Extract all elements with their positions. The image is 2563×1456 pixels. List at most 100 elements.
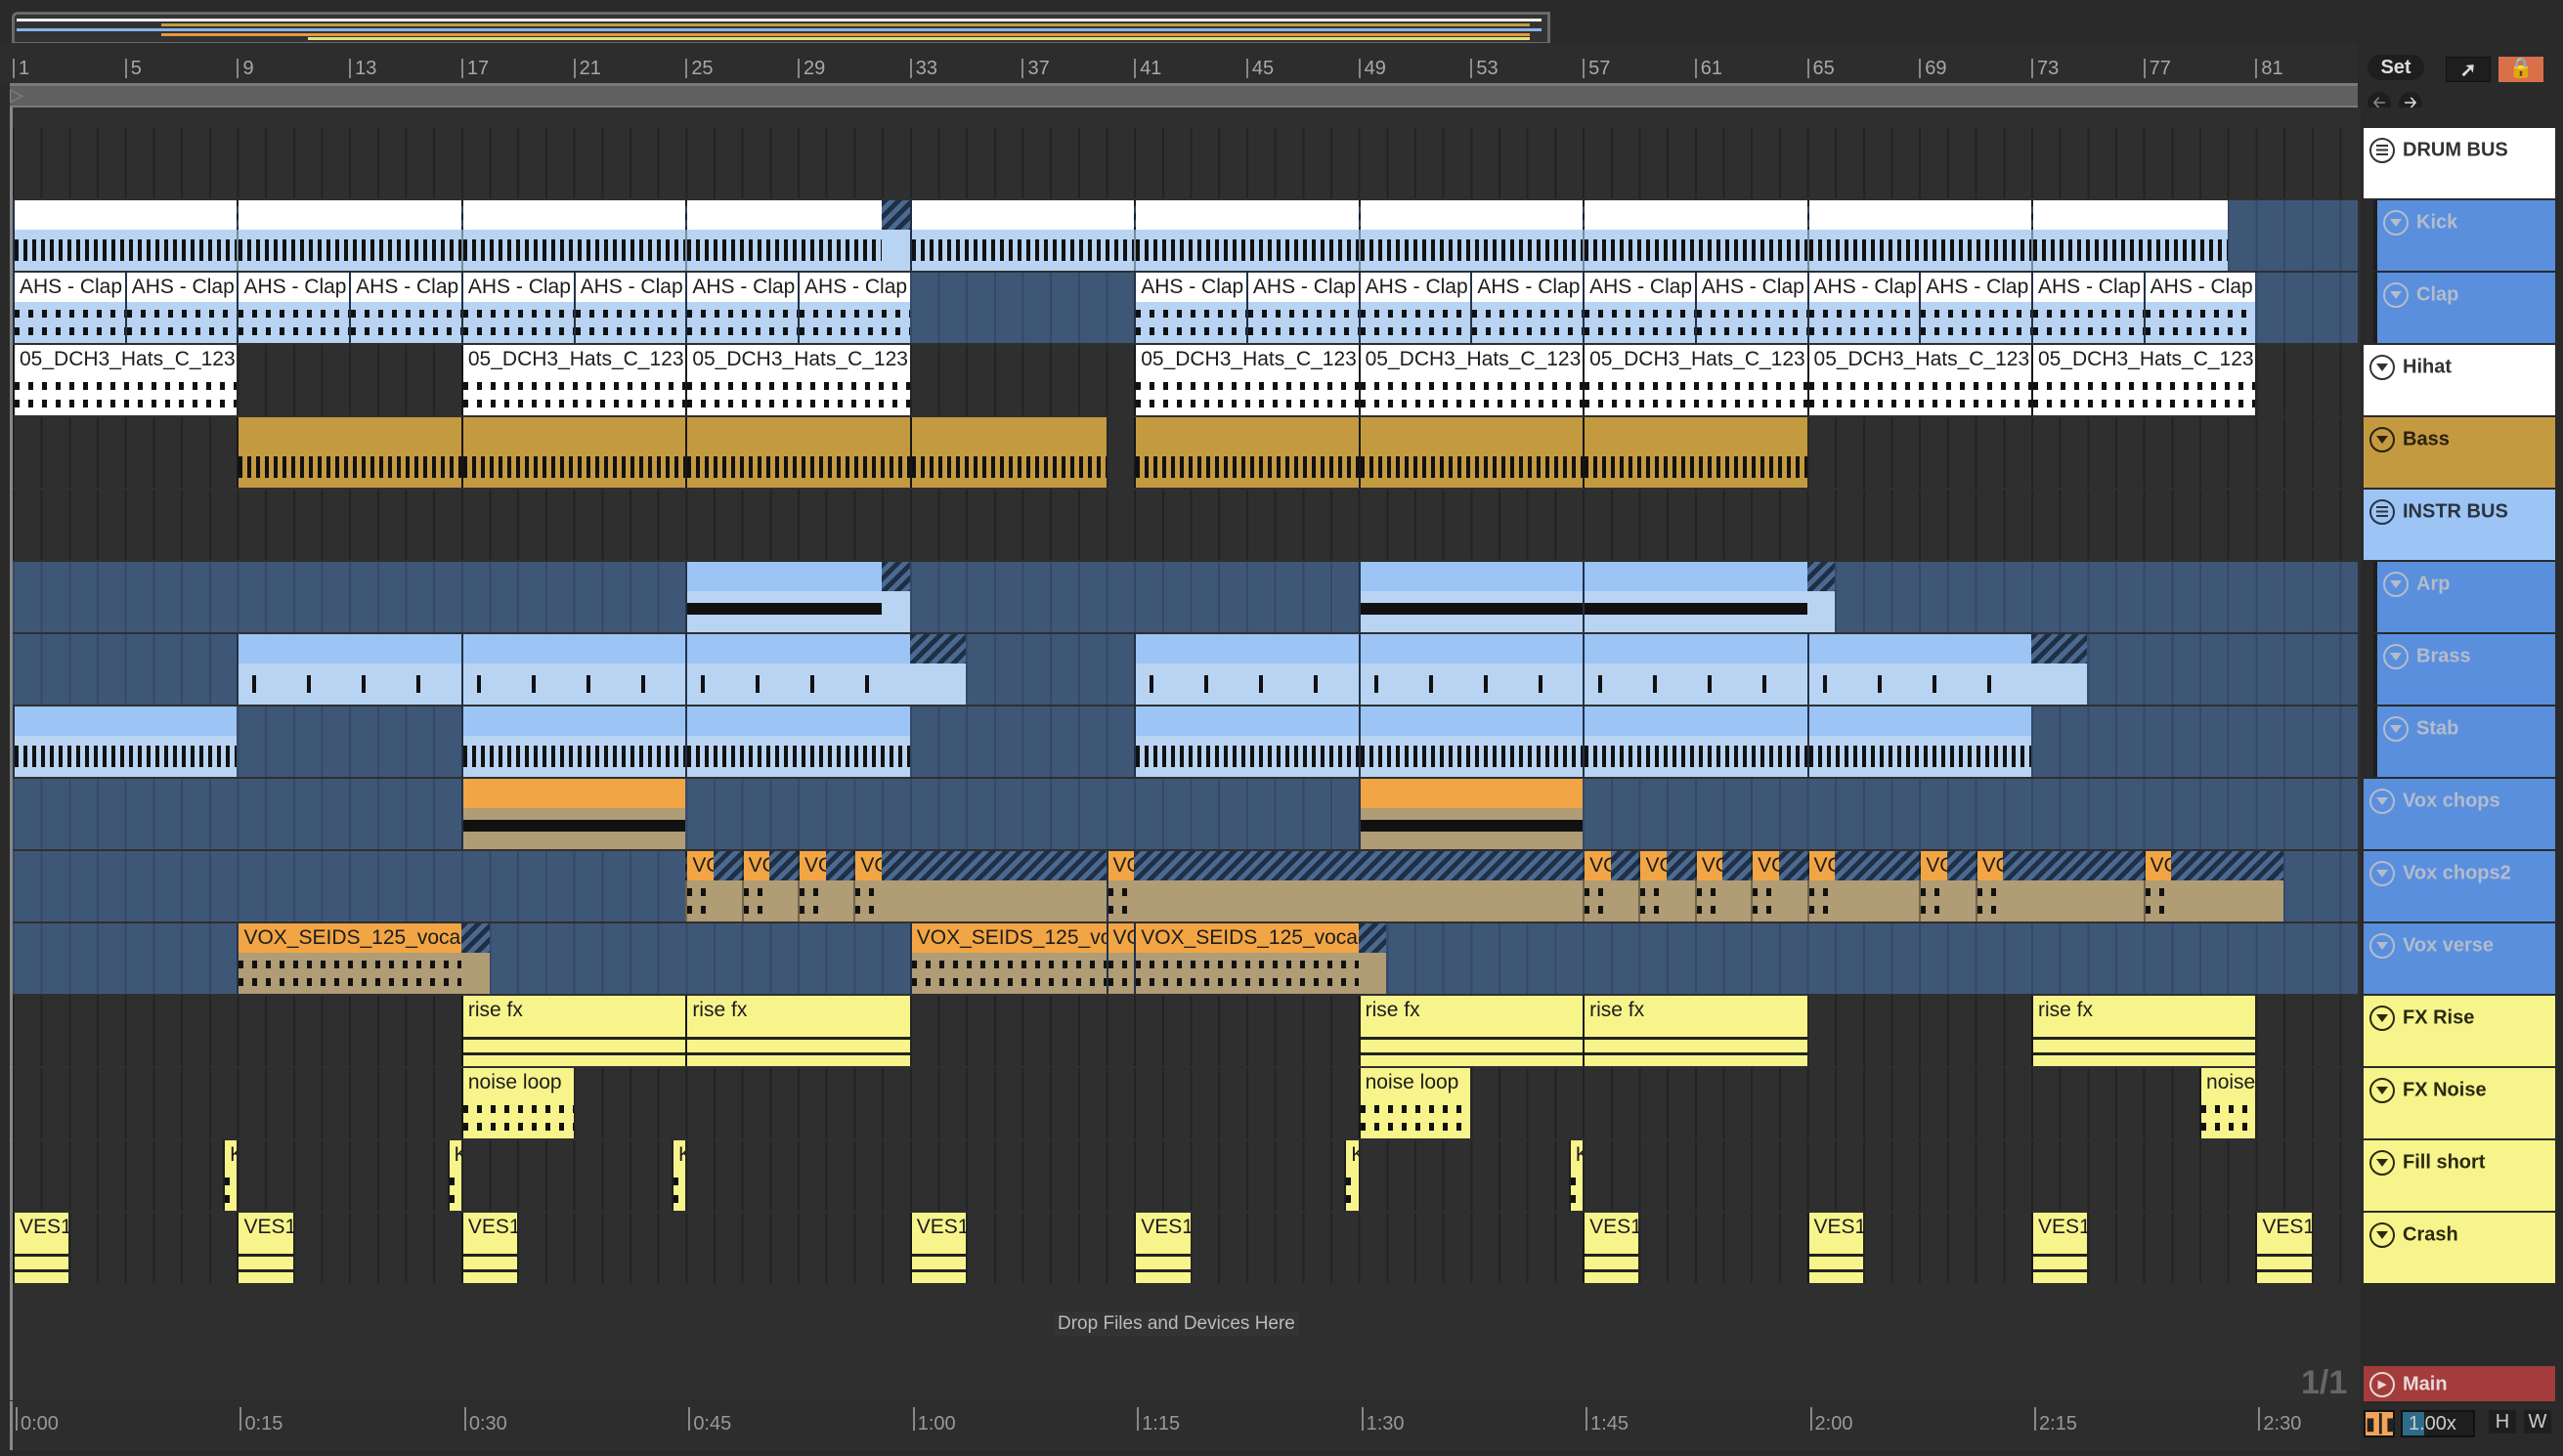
clip[interactable] [1134,707,1359,777]
clip[interactable]: AHS - Clap [13,273,125,343]
fold-chevron-icon[interactable] [2383,210,2409,236]
clip[interactable] [909,417,1107,488]
fold-chevron-icon[interactable] [2369,1150,2395,1176]
clip[interactable]: noise loop [2199,1068,2256,1138]
clip[interactable] [685,562,883,632]
clip[interactable]: VO [1751,851,1779,921]
track-lane[interactable] [13,417,2358,488]
clip[interactable] [1806,200,2031,271]
clip[interactable]: rise fx [1583,996,1807,1066]
clip[interactable] [1583,707,1807,777]
clip[interactable]: K [447,1140,461,1211]
clip[interactable]: VES1 [237,1213,293,1283]
clip[interactable] [909,200,1135,271]
clip[interactable] [1806,707,2031,777]
loop-brace[interactable]: ▷ [10,83,2358,108]
clip[interactable]: VO [2143,851,2172,921]
track-lane[interactable] [13,200,2358,271]
clip[interactable] [1583,634,1807,705]
clip[interactable]: VO [685,851,714,921]
clip[interactable]: AHS - Clap [460,273,574,343]
track-header-crash[interactable]: Crash [2364,1213,2555,1283]
clip[interactable]: 05_DCH3_Hats_C_123 [460,345,686,415]
track-header-vox-chops2[interactable]: Vox chops2 [2364,851,2555,921]
clip[interactable] [13,200,238,271]
track-lane[interactable] [13,562,2358,632]
clip[interactable] [1583,417,1807,488]
lock-icon[interactable]: 🔒 [2498,57,2543,82]
fold-chevron-icon[interactable] [2383,572,2409,597]
track-header-main[interactable]: ▶ Main [2364,1366,2555,1401]
clip[interactable] [1583,200,1807,271]
track-lane[interactable]: AHS - Clap AHS - Clap AHS - Clap AHS - Clap… [13,273,2358,343]
clip[interactable]: AHS - Clap [1470,273,1584,343]
clip[interactable] [685,707,910,777]
clip[interactable]: K [223,1140,238,1211]
track-header-drum-bus[interactable]: DRUM BUS [2364,128,2555,198]
clip[interactable]: AHS - Clap [2030,273,2144,343]
track-lane[interactable]: noise loop noise loop noise loop [13,1068,2358,1138]
clip[interactable] [460,707,686,777]
clip[interactable] [1358,707,1584,777]
track-lane[interactable] [13,490,2358,560]
clip[interactable]: AHS - Clap [1694,273,1807,343]
clip[interactable]: VOX_SEIDS_125_vocal [909,923,1107,994]
clip[interactable] [1134,417,1359,488]
track-header-fx-noise[interactable]: FX Noise [2364,1068,2555,1138]
track-lane[interactable]: rise fx rise fx rise fx rise fx rise fx [13,996,2358,1066]
clip[interactable]: rise fx [460,996,686,1066]
track-header-fx-rise[interactable]: FX Rise [2364,996,2555,1066]
clip[interactable]: VO [1694,851,1723,921]
clip[interactable]: rise fx [1358,996,1584,1066]
clip[interactable] [237,200,461,271]
clip[interactable] [460,200,686,271]
track-lane[interactable]: VES1 VES1 VES1 VES1 VES1 VES1 VES1 VES1 VES1 [13,1213,2358,1283]
track-lane[interactable]: KKKKK [13,1140,2358,1211]
clip[interactable] [1134,634,1359,705]
clip[interactable] [1358,634,1584,705]
clip[interactable] [1358,200,1584,271]
clip[interactable]: AHS - Clap [1919,273,2031,343]
clip[interactable]: AHS - Clap [798,273,910,343]
clip[interactable]: VO [1975,851,2004,921]
clip[interactable] [685,200,883,271]
clip[interactable]: rise fx [685,996,910,1066]
zoom-field[interactable]: 1.00x [2401,1410,2475,1437]
clip[interactable]: VO [1806,851,1836,921]
track-header-vox-chops[interactable]: Vox chops [2364,779,2555,849]
clip[interactable]: AHS - Clap [2143,273,2256,343]
clip[interactable]: VO [853,851,883,921]
clip[interactable]: VO [1919,851,1947,921]
fold-chevron-icon[interactable] [2369,1006,2395,1031]
clip[interactable]: VES1 [2030,1213,2088,1283]
group-icon[interactable] [2369,138,2395,163]
clip[interactable]: VO [1583,851,1611,921]
track-header-clap[interactable]: Clap [2373,273,2555,343]
fold-chevron-icon[interactable] [2369,1222,2395,1248]
clip[interactable]: AHS - Clap [685,273,799,343]
track-lane[interactable] [13,779,2358,849]
clip[interactable] [1358,779,1584,849]
track-lane[interactable]: VOX_SEIDS_125_vocalVOX_SEIDS_125_vocalVO… [13,923,2358,994]
track-lane[interactable] [13,634,2358,705]
beat-ruler[interactable]: 1 5 9 13 17 21 25 29 33 37 41 45 49 53 57 61 65 69 73 77 81 [0,43,2358,84]
track-header-vox-verse[interactable]: Vox verse [2364,923,2555,994]
track-header-fill-short[interactable]: Fill short [2364,1140,2555,1211]
clip[interactable]: noise loop [1358,1068,1471,1138]
fold-chevron-icon[interactable] [2383,716,2409,742]
track-lane[interactable] [13,707,2358,777]
track-header-brass[interactable]: Brass [2373,634,2555,705]
clip[interactable]: rise fx [2030,996,2256,1066]
loop-start-marker-icon[interactable]: ▷ [10,85,23,106]
set-button[interactable]: Set [2368,55,2424,80]
clip[interactable] [13,707,238,777]
track-header-bass[interactable]: Bass [2364,417,2555,488]
fold-chevron-icon[interactable] [2369,933,2395,959]
fold-chevron-icon[interactable] [2369,355,2395,380]
clip[interactable]: VES1 [460,1213,518,1283]
clip[interactable] [460,634,686,705]
clip[interactable] [1358,562,1584,632]
clip[interactable]: noise loop [460,1068,574,1138]
clip[interactable]: VES1 [909,1213,967,1283]
clip[interactable] [460,417,686,488]
